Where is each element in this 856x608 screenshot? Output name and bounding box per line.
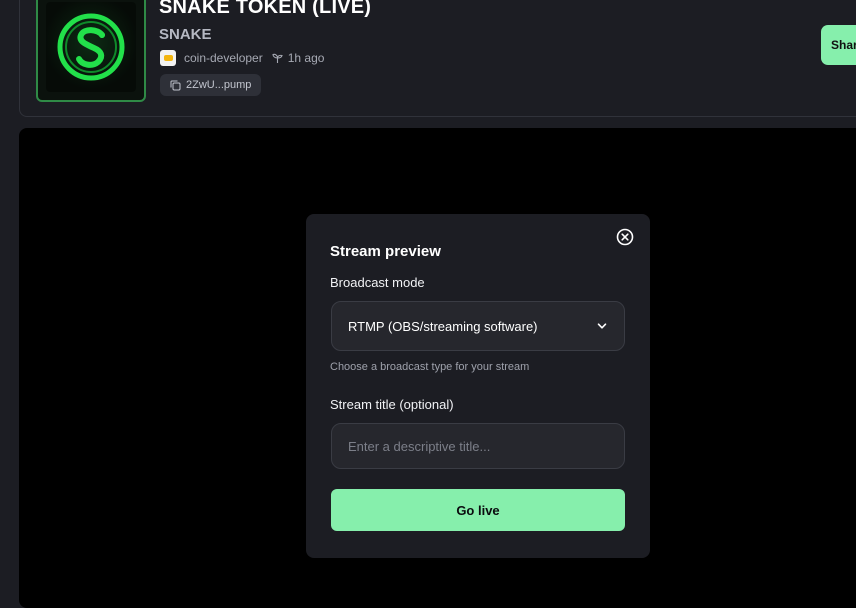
snake-logo-icon xyxy=(57,13,125,81)
coin-ticker: SNAKE xyxy=(159,26,212,43)
share-button-label: Share xyxy=(831,38,856,52)
creator-name-link[interactable]: coin-developer xyxy=(184,51,263,65)
close-button[interactable] xyxy=(616,228,634,246)
broadcast-mode-value: RTMP (OBS/streaming software) xyxy=(348,318,538,334)
broadcast-mode-label: Broadcast mode xyxy=(330,275,425,290)
stream-title-input[interactable] xyxy=(331,423,625,469)
chevron-down-icon xyxy=(596,320,608,332)
coin-name: SNAKE TOKEN (LIVE) xyxy=(159,0,372,18)
go-live-label: Go live xyxy=(456,502,500,518)
contract-address-copy[interactable]: 2ZwU...pump xyxy=(160,74,262,96)
go-live-button[interactable]: Go live xyxy=(331,489,625,531)
stream-preview-modal: Stream preview Broadcast mode RTMP (OBS/… xyxy=(306,214,650,558)
broadcast-mode-select[interactable]: RTMP (OBS/streaming software) xyxy=(331,301,625,351)
broadcast-mode-helper: Choose a broadcast type for your stream xyxy=(330,361,530,373)
copy-icon xyxy=(170,80,181,91)
modal-title: Stream preview xyxy=(330,243,441,260)
sprout-icon xyxy=(272,53,283,64)
stream-title-label: Stream title (optional) xyxy=(330,397,454,412)
close-circle-icon xyxy=(616,228,634,246)
contract-address-text: 2ZwU...pump xyxy=(186,79,252,91)
creator-avatar[interactable] xyxy=(160,50,176,66)
coin-age: 1h ago xyxy=(287,51,325,65)
share-button[interactable]: Share xyxy=(821,25,856,65)
coin-avatar[interactable] xyxy=(36,0,146,102)
creator-row: coin-developer 1h ago xyxy=(160,49,324,67)
